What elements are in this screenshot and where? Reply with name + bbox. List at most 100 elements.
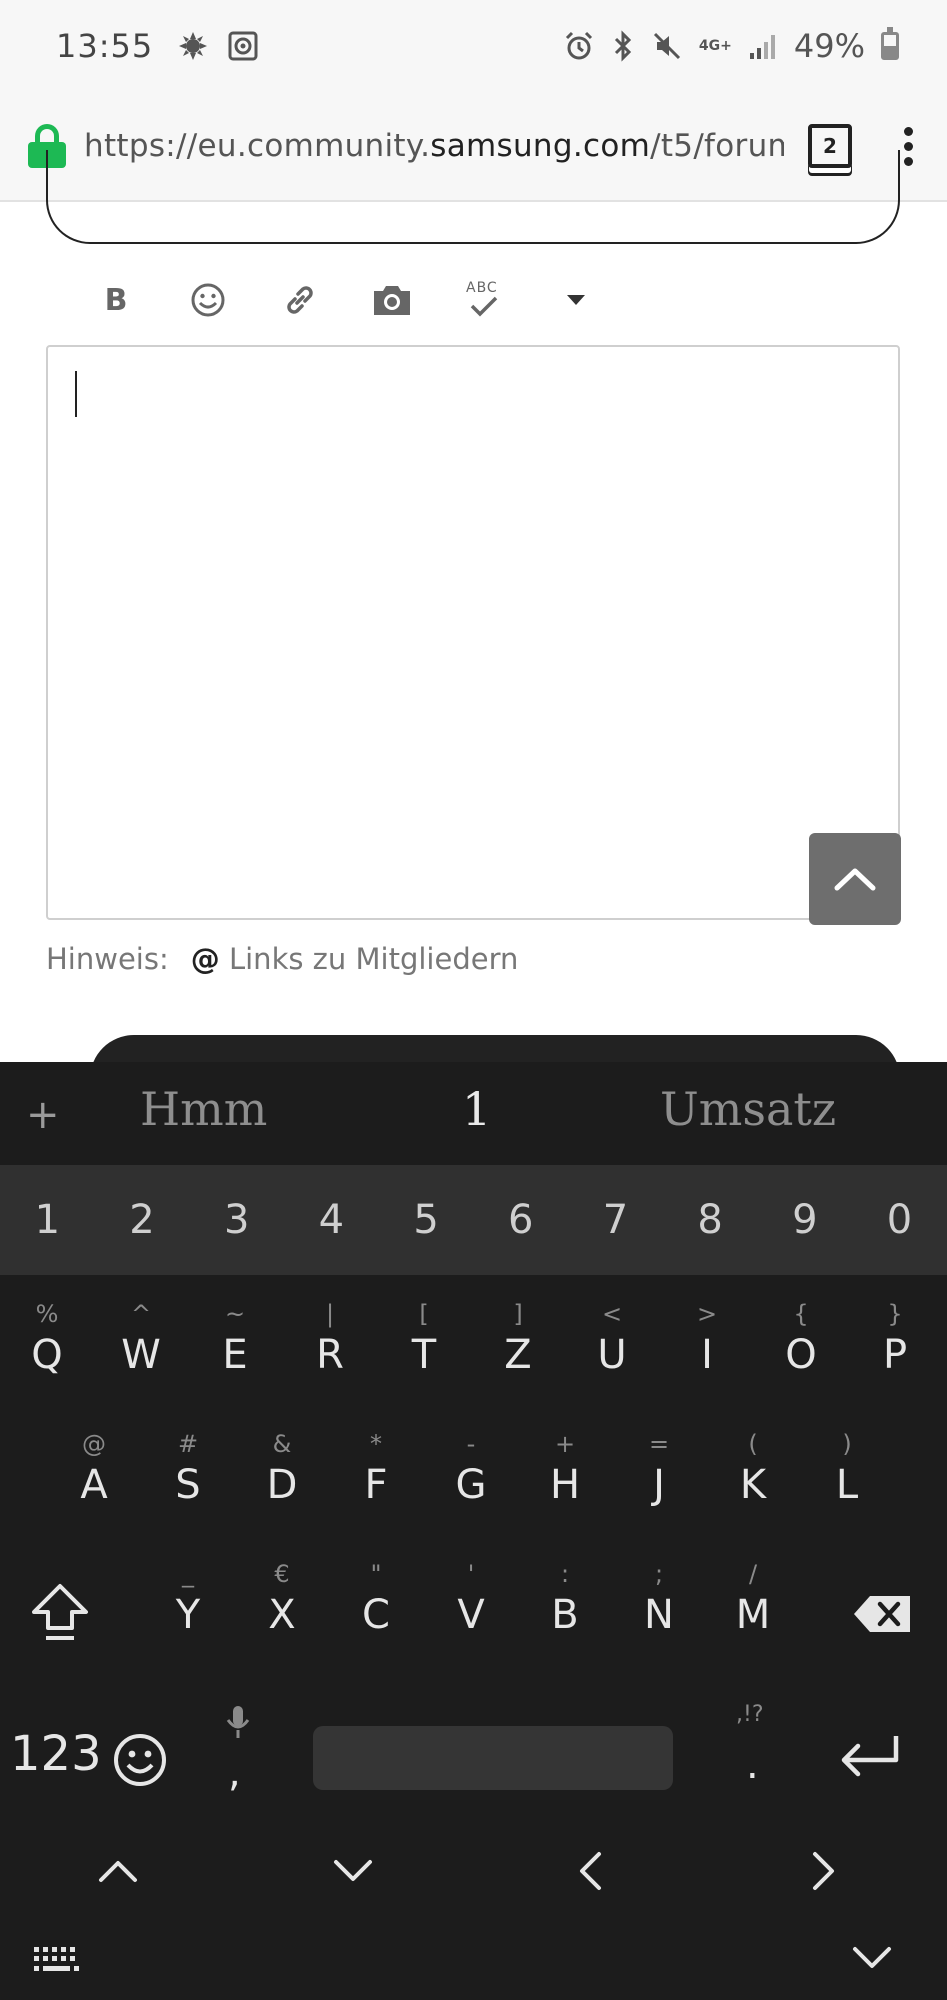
key-c[interactable]: " C <box>329 1550 423 1680</box>
scroll-to-top-button[interactable] <box>809 833 901 925</box>
key-e[interactable]: ~ E <box>188 1290 282 1420</box>
emoji-icon <box>114 1734 166 1786</box>
key-9[interactable]: 9 <box>758 1165 853 1275</box>
battery-icon <box>881 27 899 60</box>
keyboard-bottom-bar <box>0 1922 947 2000</box>
enter-key[interactable] <box>838 1730 904 1790</box>
key-u[interactable]: < U <box>565 1290 659 1420</box>
previous-field-bottom <box>46 150 900 244</box>
key-alt: > <box>696 1300 718 1328</box>
cursor-right-key[interactable] <box>812 1851 836 1895</box>
key-l[interactable]: ) L <box>800 1420 894 1550</box>
cursor-down-key[interactable] <box>333 1859 373 1887</box>
key-w[interactable]: ^ W <box>94 1290 188 1420</box>
editor-toolbar: B ABC <box>70 270 622 330</box>
key-5[interactable]: 5 <box>379 1165 474 1275</box>
message-editor[interactable] <box>46 345 900 920</box>
more-menu-icon[interactable] <box>904 126 913 166</box>
key-f[interactable]: * F <box>329 1420 423 1550</box>
key-0[interactable]: 0 <box>852 1165 947 1275</box>
key-alt: % <box>35 1300 59 1328</box>
suggestion-middle[interactable]: 1 <box>462 1082 491 1136</box>
backspace-icon <box>854 1596 910 1632</box>
bluetooth-icon <box>614 30 632 62</box>
camera-icon <box>374 286 410 315</box>
key-alt: ) <box>842 1430 852 1458</box>
key-label: Z <box>504 1332 532 1378</box>
emoji-key[interactable] <box>112 1732 168 1792</box>
hide-keyboard-key[interactable] <box>852 1946 892 1974</box>
backspace-key[interactable] <box>836 1550 936 1680</box>
period-label: . <box>746 1742 759 1788</box>
period-key[interactable]: ,!? . <box>724 1692 784 1822</box>
key-alt: " <box>370 1560 382 1588</box>
key-label: W <box>121 1332 161 1378</box>
keyboard-expand-plus-icon[interactable]: + <box>26 1092 60 1138</box>
key-s[interactable]: # S <box>141 1420 235 1550</box>
key-alt: @ <box>82 1430 106 1458</box>
key-x[interactable]: € X <box>235 1550 329 1680</box>
key-d[interactable]: & D <box>235 1420 329 1550</box>
battery-percent: 49% <box>793 27 865 65</box>
key-7[interactable]: 7 <box>568 1165 663 1275</box>
shift-key[interactable] <box>10 1550 110 1680</box>
key-q[interactable]: % Q <box>0 1290 94 1420</box>
key-8[interactable]: 8 <box>663 1165 758 1275</box>
key-alt: * <box>370 1430 382 1458</box>
key-m[interactable]: / M <box>706 1550 800 1680</box>
key-t[interactable]: [T <box>377 1290 471 1420</box>
cursor-up-key[interactable] <box>98 1859 138 1887</box>
image-upload-button[interactable] <box>346 270 438 330</box>
key-p[interactable]: } P <box>848 1290 942 1420</box>
cursor-left-key[interactable] <box>578 1851 602 1895</box>
key-4[interactable]: 4 <box>284 1165 379 1275</box>
key-j[interactable]: = J <box>612 1420 706 1550</box>
key-label: R <box>316 1332 344 1378</box>
emoji-button[interactable] <box>162 270 254 330</box>
key-b[interactable]: :B <box>518 1550 612 1680</box>
mention-hint[interactable]: @ Links zu Mitgliedern <box>191 942 519 976</box>
key-label: S <box>175 1462 201 1508</box>
key-n[interactable]: ; N <box>612 1550 706 1680</box>
key-alt: ] <box>513 1300 523 1328</box>
keyboard-switch-key[interactable] <box>32 1944 80 1978</box>
suggestion-right[interactable]: Umsatz <box>660 1082 836 1136</box>
spellcheck-button[interactable]: ABC <box>438 270 530 330</box>
more-tools-dropdown[interactable] <box>530 270 622 330</box>
key-label: H <box>549 1462 581 1508</box>
suggestion-left[interactable]: Hmm <box>140 1082 267 1136</box>
symbols-key[interactable]: 123 <box>10 1726 102 1782</box>
key-a[interactable]: @ A <box>47 1420 141 1550</box>
key-label: I <box>701 1332 713 1378</box>
link-button[interactable] <box>254 270 346 330</box>
network-type: 4G+ <box>698 38 732 54</box>
key-3[interactable]: 3 <box>189 1165 284 1275</box>
space-key[interactable] <box>313 1726 673 1790</box>
key-2[interactable]: 2 <box>95 1165 190 1275</box>
key-g[interactable]: -G <box>424 1420 518 1550</box>
key-label: N <box>644 1592 674 1638</box>
key-label: V <box>457 1592 485 1638</box>
comma-label: , <box>228 1750 241 1796</box>
bold-button[interactable]: B <box>70 270 162 330</box>
key-y[interactable]: _ Y <box>141 1550 235 1680</box>
alarm-icon <box>565 31 592 60</box>
key-alt: { <box>793 1300 809 1328</box>
key-v[interactable]: ' V <box>424 1550 518 1680</box>
editor-hint: Hinweis: @ Links zu Mitgliedern <box>46 942 518 976</box>
key-i[interactable]: > I <box>660 1290 754 1420</box>
key-h[interactable]: + H <box>518 1420 612 1550</box>
key-r[interactable]: | R <box>283 1290 377 1420</box>
key-alt: [ <box>419 1300 429 1328</box>
key-row-3: _ Y € X " C ' V :B ; N / M <box>0 1550 947 1680</box>
key-1[interactable]: 1 <box>0 1165 95 1275</box>
comma-key[interactable]: , <box>212 1692 262 1822</box>
key-o[interactable]: {O <box>754 1290 848 1420</box>
key-k[interactable]: (K <box>706 1420 800 1550</box>
key-alt: ^ <box>130 1300 152 1328</box>
key-alt: ; <box>654 1560 664 1588</box>
enter-icon <box>841 1736 899 1777</box>
key-z[interactable]: ] Z <box>471 1290 565 1420</box>
key-6[interactable]: 6 <box>473 1165 568 1275</box>
chevron-up-icon <box>99 1861 137 1882</box>
